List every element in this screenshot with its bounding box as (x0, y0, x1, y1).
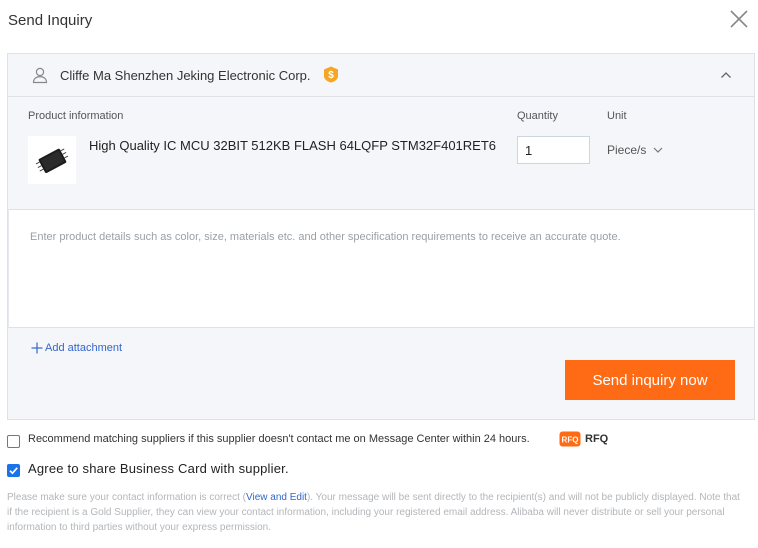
product-thumbnail (28, 136, 76, 184)
svg-text:$: $ (328, 70, 334, 81)
product-info-header: Product information (28, 110, 124, 122)
chip-image (35, 148, 69, 174)
rfq-icon: RFQ (559, 431, 581, 447)
unit-header: Unit (607, 110, 627, 122)
message-textarea[interactable]: Enter product details such as color, siz… (8, 209, 754, 328)
privacy-notice: Please make sure your contact informatio… (7, 490, 747, 535)
person-icon (32, 67, 48, 84)
gold-supplier-icon: $ (324, 66, 338, 83)
view-and-edit-link[interactable]: View and Edit (246, 492, 307, 503)
inquiry-panel: Cliffe Ma Shenzhen Jeking Electronic Cor… (7, 53, 755, 420)
notice-text-start: Please make sure your contact informatio… (7, 492, 246, 503)
rfq-badge: RFQ RFQ (559, 431, 608, 447)
svg-text:RFQ: RFQ (562, 436, 579, 445)
recommend-checkbox[interactable] (7, 435, 20, 448)
unit-dropdown[interactable]: Piece/s (607, 140, 663, 160)
supplier-row: Cliffe Ma Shenzhen Jeking Electronic Cor… (8, 54, 754, 97)
add-attachment-link[interactable]: Add attachment (31, 342, 122, 354)
checkmark-icon (9, 467, 18, 475)
unit-value: Piece/s (607, 143, 647, 157)
dialog-title: Send Inquiry (8, 12, 93, 29)
send-inquiry-button[interactable]: Send inquiry now (565, 360, 735, 400)
close-button[interactable] (728, 8, 750, 30)
agree-label: Agree to share Business Card with suppli… (28, 461, 289, 476)
chevron-down-icon (653, 147, 663, 153)
supplier-name: Cliffe Ma Shenzhen Jeking Electronic Cor… (60, 68, 311, 83)
plus-icon (31, 342, 43, 354)
close-icon (730, 10, 748, 28)
message-placeholder: Enter product details such as color, siz… (30, 231, 621, 243)
quantity-input[interactable] (517, 136, 590, 164)
agree-checkbox[interactable] (7, 464, 20, 477)
dialog-header: Send Inquiry (0, 0, 758, 42)
chevron-up-icon[interactable] (720, 70, 732, 80)
quantity-header: Quantity (517, 110, 558, 122)
recommend-label: Recommend matching suppliers if this sup… (28, 433, 530, 445)
rfq-label: RFQ (585, 433, 609, 445)
product-name: High Quality IC MCU 32BIT 512KB FLASH 64… (89, 138, 497, 153)
add-attachment-label: Add attachment (45, 342, 123, 354)
